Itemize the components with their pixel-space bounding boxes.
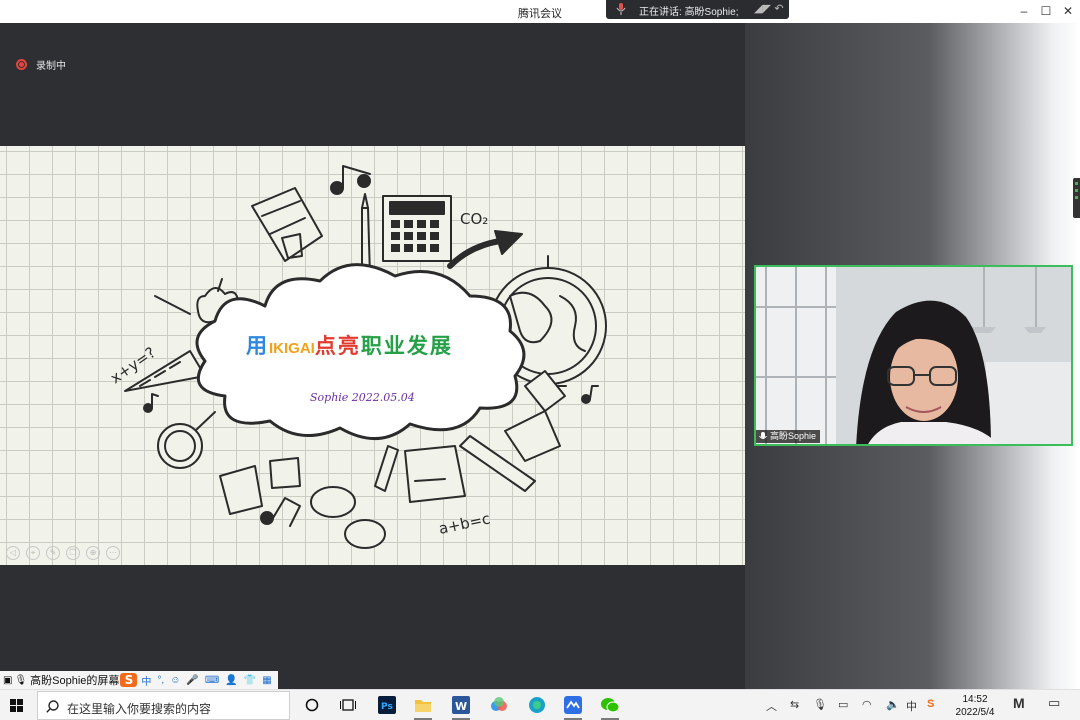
side-expand-handle[interactable] [1073, 178, 1080, 218]
ime-mode[interactable]: 中 [141, 673, 151, 688]
zoom-icon[interactable]: ⊕ [86, 546, 100, 560]
share-label: 高盼Sophie的屏幕 [30, 675, 120, 687]
windows-start-icon[interactable] [10, 699, 23, 712]
shared-screen-area: 录制中 CO₂ a+b=c x+y=? 用IKIGAI点亮职业发展 Sophie… [0, 23, 745, 689]
slide-title: 用IKIGAI点亮职业发展 [246, 330, 453, 360]
video-feed [756, 267, 1071, 444]
screen-share-bar[interactable]: ▣ 🎙 高盼Sophie的屏幕 S 中 °, ☺ 🎤 ⌨ 👤 👕 ▦ [0, 671, 278, 689]
more-icon[interactable]: ⋯ [106, 546, 120, 560]
edge-icon[interactable] [527, 695, 547, 715]
slide-title-part: 亮 [337, 333, 361, 358]
participant-name: 高盼Sophie [770, 431, 817, 441]
notification-icon[interactable]: ▭ [1048, 695, 1060, 711]
participant-name-tag: 高盼Sophie [756, 430, 821, 443]
screen: 腾讯会议 正在讲话: 高盼Sophie; ◢◤ ↶ – ☐ ✕ 录制中 CO₂ … [0, 0, 1080, 720]
clock[interactable]: 14:52 2022/5/4 [948, 693, 1002, 719]
record-dot-icon [16, 59, 27, 70]
clock-time: 14:52 [962, 694, 988, 705]
baidu-netdisk-icon[interactable] [489, 695, 509, 715]
taskbar: 在这里输入你要搜索的内容 Ps W ︿ ⇆ 🎙 ▭ ◠ 🔈 中 S 14:52 … [0, 689, 1080, 720]
participant-video[interactable] [754, 265, 1073, 446]
slide-title-part: IKIGAI [269, 340, 315, 357]
speaker-list-icon[interactable]: ◢◤ [754, 2, 771, 16]
wifi-icon[interactable]: ◠ [862, 698, 872, 711]
co2-text: CO₂ [460, 210, 488, 228]
slide-title-part: 职 [360, 333, 384, 358]
battery-icon[interactable]: ▭ [838, 698, 848, 711]
minimize-button[interactable]: – [1013, 4, 1035, 19]
keyboard-icon[interactable]: ⌨ [205, 675, 219, 686]
mic-icon [759, 431, 767, 439]
search-placeholder: 在这里输入你要搜索的内容 [67, 702, 212, 716]
slide-title-part: 用 [246, 333, 269, 358]
slide-toolbar: ◁ ⌖ ✎ ❐ ⊕ ⋯ [6, 546, 120, 560]
window-title: 腾讯会议 [518, 8, 562, 20]
recording-indicator[interactable]: 录制中 [16, 57, 66, 72]
slide-title-part: 发 [406, 333, 430, 358]
wechat-icon[interactable] [600, 695, 620, 715]
ime-indicator[interactable]: 中 [906, 698, 917, 714]
user-icon[interactable]: 👤 [225, 675, 237, 686]
copy-icon[interactable]: ❐ [66, 546, 80, 560]
grid-icon[interactable]: ▦ [262, 675, 271, 686]
screen-share-icon: ▣ [3, 674, 13, 686]
mic-tray-icon[interactable]: 🎙 [813, 698, 827, 711]
sogou-tray-icon[interactable]: S [927, 698, 934, 710]
emoji-icon[interactable]: ☺ [170, 675, 180, 686]
prev-slide-icon[interactable]: ◁ [6, 546, 20, 560]
word-icon[interactable]: W [451, 695, 471, 715]
slide-title-part: 点 [314, 333, 338, 358]
pointer-icon[interactable]: ⌖ [26, 546, 40, 560]
recording-label: 录制中 [36, 61, 66, 72]
ime-punct[interactable]: °, [157, 675, 164, 686]
formula-text: a+b=c [437, 509, 492, 537]
back-icon[interactable]: ↶ [772, 2, 786, 16]
svg-text:Ps: Ps [381, 702, 393, 712]
volume-icon[interactable]: 🔈 [886, 698, 900, 711]
speaking-prefix: 正在讲话: [639, 7, 682, 18]
maximize-button[interactable]: ☐ [1035, 4, 1057, 19]
speaking-name: 高盼Sophie; [684, 7, 739, 18]
title-bar: 腾讯会议 正在讲话: 高盼Sophie; ◢◤ ↶ – ☐ ✕ [0, 0, 1080, 23]
svg-text:W: W [455, 700, 467, 713]
mic-icon: 🎙 [14, 674, 28, 686]
sogou-ime-logo[interactable]: S [120, 673, 138, 687]
search-icon [46, 700, 59, 713]
slide-title-part: 展 [429, 333, 453, 358]
chevron-up-icon[interactable]: ︿ [766, 698, 777, 714]
voice-icon[interactable]: 🎤 [186, 675, 198, 686]
mic-icon [616, 3, 626, 15]
network-sync-icon[interactable]: ⇆ [790, 698, 799, 711]
task-view-icon[interactable] [338, 695, 358, 715]
slide-title-part: 业 [383, 333, 407, 358]
photoshop-icon[interactable]: Ps [377, 695, 397, 715]
file-explorer-icon[interactable] [413, 695, 433, 715]
clock-date: 2022/5/4 [955, 707, 995, 718]
slide-subtitle: Sophie 2022.05.04 [310, 391, 415, 404]
tencent-meeting-icon[interactable] [563, 695, 583, 715]
ime-toolbar: 中 °, ☺ 🎤 ⌨ 👤 👕 ▦ [141, 673, 271, 688]
cortana-icon[interactable] [302, 695, 322, 715]
presentation-slide: CO₂ a+b=c x+y=? 用IKIGAI点亮职业发展 Sophie 202… [0, 146, 745, 565]
speaking-indicator: 正在讲话: 高盼Sophie; ◢◤ ↶ [606, 0, 789, 19]
pen-icon[interactable]: ✎ [46, 546, 60, 560]
skin-icon[interactable]: 👕 [244, 675, 256, 686]
app-tray-icon[interactable]: M [1013, 695, 1025, 711]
taskbar-search[interactable]: 在这里输入你要搜索的内容 [37, 691, 290, 720]
close-button[interactable]: ✕ [1057, 4, 1079, 19]
